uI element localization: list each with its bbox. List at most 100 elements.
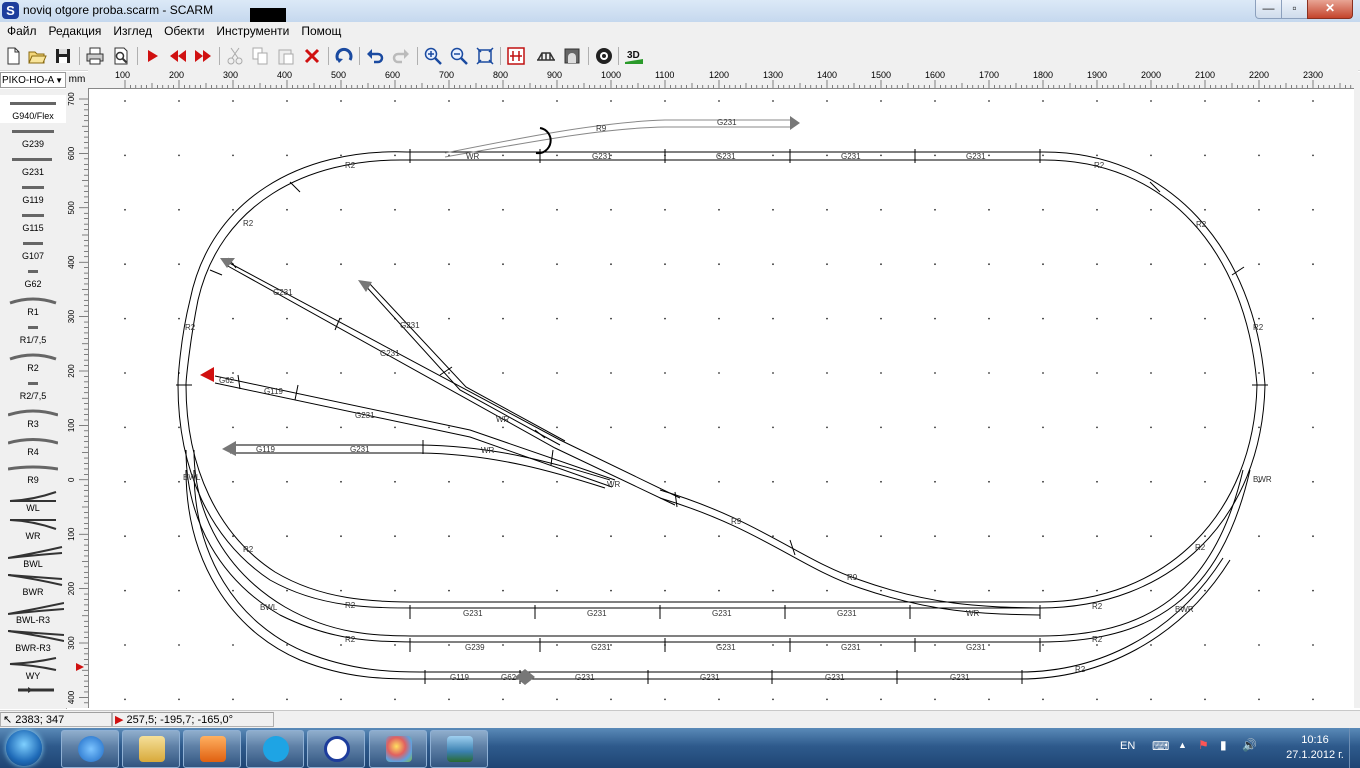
cut-icon[interactable] bbox=[225, 46, 245, 66]
show-desktop-button[interactable] bbox=[1349, 728, 1360, 768]
track-layout[interactable]: R9 G231 WR G231 G231 G231 G231 R2 R2 R2 … bbox=[89, 89, 1358, 708]
volume-icon[interactable]: 🔊 bbox=[1242, 738, 1257, 752]
menu-edit[interactable]: Редакция bbox=[43, 22, 108, 40]
rewind-icon[interactable] bbox=[168, 46, 188, 66]
vertical-scrollbar[interactable] bbox=[1354, 72, 1360, 708]
palette-item[interactable]: BWL-R3 bbox=[0, 599, 66, 627]
palette-item[interactable]: G107 bbox=[0, 235, 66, 263]
start-button[interactable] bbox=[6, 730, 42, 766]
keyboard-icon[interactable]: ⌨ bbox=[1152, 739, 1169, 753]
play-icon[interactable] bbox=[143, 46, 163, 66]
menu-view[interactable]: Изглед bbox=[107, 22, 158, 40]
track-end-arrow[interactable] bbox=[790, 116, 800, 130]
open-icon[interactable] bbox=[27, 46, 47, 66]
taskbar-scarm[interactable] bbox=[307, 730, 365, 768]
grid-dot bbox=[1204, 589, 1206, 592]
top-spur[interactable] bbox=[444, 119, 790, 158]
grid-dot bbox=[448, 698, 450, 701]
palette-item[interactable]: G940/Flex bbox=[0, 95, 66, 123]
selected-track-end-arrow[interactable] bbox=[200, 367, 214, 382]
palette-item[interactable]: WL bbox=[0, 487, 66, 515]
grid-dot bbox=[988, 208, 990, 211]
grid-dot bbox=[1312, 426, 1314, 429]
grid-dot bbox=[718, 208, 720, 211]
paste-icon[interactable] bbox=[276, 46, 296, 66]
target-icon[interactable] bbox=[594, 46, 614, 66]
palette-item[interactable]: BWL bbox=[0, 543, 66, 571]
zoom-in-icon[interactable] bbox=[423, 46, 443, 66]
siding-ladder[interactable] bbox=[214, 258, 1041, 616]
copy-icon[interactable] bbox=[250, 46, 270, 66]
track-end-marker[interactable] bbox=[515, 669, 535, 685]
tunnel-icon[interactable] bbox=[562, 46, 582, 66]
redo-icon[interactable] bbox=[391, 46, 411, 66]
menu-tools[interactable]: Инструменти bbox=[210, 22, 295, 40]
layout-canvas[interactable]: R9 G231 WR G231 G231 G231 G231 R2 R2 R2 … bbox=[89, 89, 1358, 708]
maximize-button[interactable]: ▫ bbox=[1281, 0, 1308, 19]
palette-item[interactable]: R3 bbox=[0, 403, 66, 431]
palette-item[interactable] bbox=[0, 683, 66, 709]
grid-dot bbox=[664, 589, 666, 592]
palette-item[interactable]: R2/7,5 bbox=[0, 375, 66, 403]
palette-item[interactable]: WY bbox=[0, 655, 66, 683]
ruler-tick-label: 2200 bbox=[1249, 70, 1269, 80]
palette-item[interactable]: WR bbox=[0, 515, 66, 543]
taskbar-media-player[interactable] bbox=[183, 730, 241, 768]
track-end-arrow[interactable] bbox=[222, 441, 236, 456]
grid-dot bbox=[502, 100, 504, 102]
selection-info: ▶ 257,5; -195,7; -165,0° bbox=[112, 712, 274, 727]
grid-dot bbox=[340, 426, 342, 429]
grid-dot bbox=[1042, 644, 1044, 646]
palette-item[interactable]: BWR-R3 bbox=[0, 627, 66, 655]
menu-help[interactable]: Помощ bbox=[295, 22, 347, 40]
taskbar-photo-viewer[interactable] bbox=[430, 730, 488, 768]
grid-dot bbox=[1150, 698, 1152, 701]
action-center-icon[interactable]: ⚑ bbox=[1198, 738, 1209, 752]
track-label: G231 bbox=[700, 673, 720, 682]
palette-item[interactable]: R4 bbox=[0, 431, 66, 459]
palette-item[interactable]: G119 bbox=[0, 179, 66, 207]
new-icon[interactable] bbox=[3, 46, 23, 66]
zoom-fit-icon[interactable] bbox=[475, 46, 495, 66]
show-hidden-icons-icon[interactable]: ▲ bbox=[1178, 740, 1187, 750]
taskbar-paint[interactable] bbox=[369, 730, 427, 768]
track-tool-icon[interactable] bbox=[506, 46, 526, 66]
track-end-arrow[interactable] bbox=[220, 258, 235, 268]
grid-dot bbox=[988, 480, 990, 483]
rotate-icon[interactable] bbox=[334, 46, 354, 66]
print-preview-icon[interactable] bbox=[111, 46, 131, 66]
library-select[interactable]: PIKO-HO-A ▼ bbox=[0, 72, 66, 88]
palette-item[interactable]: G115 bbox=[0, 207, 66, 235]
top-mainline[interactable] bbox=[177, 151, 1266, 386]
bridge-icon[interactable] bbox=[536, 46, 556, 66]
print-icon[interactable] bbox=[85, 46, 105, 66]
zoom-out-icon[interactable] bbox=[449, 46, 469, 66]
language-indicator[interactable]: EN bbox=[1120, 740, 1135, 752]
clock[interactable]: 10:16 27.1.2012 г. bbox=[1280, 733, 1350, 763]
delete-icon[interactable] bbox=[302, 46, 322, 66]
undo-icon[interactable] bbox=[365, 46, 385, 66]
palette-item[interactable]: R2 bbox=[0, 347, 66, 375]
palette-item[interactable]: G62 bbox=[0, 263, 66, 291]
grid-dot bbox=[178, 535, 180, 538]
palette-item[interactable]: R1/7,5 bbox=[0, 319, 66, 347]
palette-item[interactable]: G231 bbox=[0, 151, 66, 179]
taskbar-file-explorer[interactable] bbox=[122, 730, 180, 768]
menu-file[interactable]: Файл bbox=[1, 22, 43, 40]
grid-dot bbox=[1150, 535, 1152, 538]
palette-item[interactable]: G239 bbox=[0, 123, 66, 151]
taskbar-internet-explorer[interactable] bbox=[61, 730, 119, 768]
close-button[interactable]: ✕ bbox=[1307, 0, 1353, 19]
view-3d-icon[interactable]: 3D bbox=[624, 46, 644, 66]
track-label: R2 bbox=[1075, 665, 1086, 674]
taskbar-skype[interactable] bbox=[246, 730, 304, 768]
palette-item[interactable]: BWR bbox=[0, 571, 66, 599]
palette-item[interactable]: R9 bbox=[0, 459, 66, 487]
grid-dot bbox=[394, 644, 396, 646]
save-icon[interactable] bbox=[53, 46, 73, 66]
palette-item[interactable]: R1 bbox=[0, 291, 66, 319]
forward-icon[interactable] bbox=[193, 46, 213, 66]
network-icon[interactable]: ▮ bbox=[1220, 738, 1227, 752]
minimize-button[interactable]: — bbox=[1255, 0, 1282, 19]
menu-objects[interactable]: Обекти bbox=[158, 22, 210, 40]
